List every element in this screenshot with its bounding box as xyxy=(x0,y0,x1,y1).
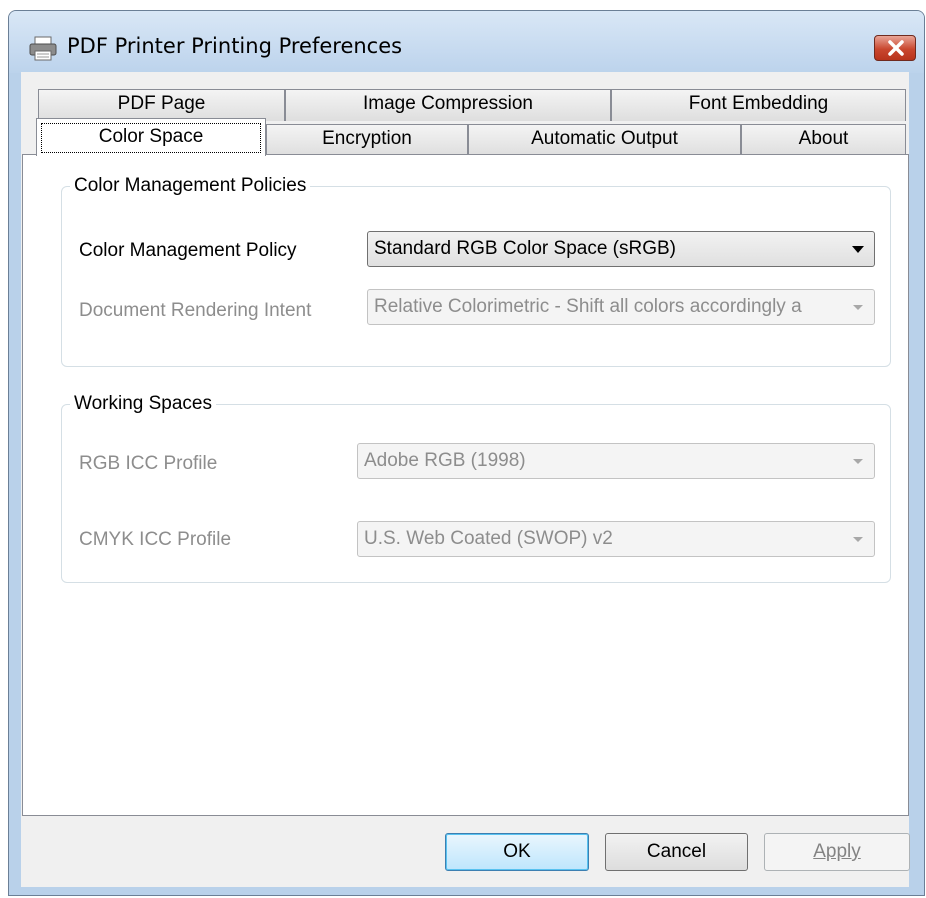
cancel-button[interactable]: Cancel xyxy=(605,833,748,871)
chevron-down-icon xyxy=(853,537,863,542)
button-label: Apply xyxy=(813,841,861,862)
rgb-icc-profile-label: RGB ICC Profile xyxy=(79,453,218,474)
tab-label: About xyxy=(798,128,849,149)
tab-pdf-page[interactable]: PDF Page xyxy=(38,89,285,121)
tab-label: PDF Page xyxy=(117,93,206,114)
color-management-legend: Color Management Policies xyxy=(74,175,307,196)
focus-rectangle: Color Space xyxy=(41,123,261,153)
working-spaces-legend: Working Spaces xyxy=(74,393,212,414)
tab-label: Color Space xyxy=(98,126,204,147)
dropdown-value: Standard RGB Color Space (sRGB) xyxy=(374,238,677,259)
tab-font-embedding[interactable]: Font Embedding xyxy=(611,89,906,121)
button-label: OK xyxy=(503,841,531,862)
tab-label: Image Compression xyxy=(362,93,534,114)
dropdown-value: Relative Colorimetric - Shift all colors… xyxy=(374,296,802,317)
ok-button[interactable]: OK xyxy=(445,833,589,871)
tab-encryption[interactable]: Encryption xyxy=(266,124,468,156)
chevron-down-icon xyxy=(853,459,863,464)
printer-icon xyxy=(27,35,61,63)
apply-button[interactable]: Apply xyxy=(764,833,910,871)
tab-color-space[interactable]: Color Space xyxy=(36,118,266,156)
tab-automatic-output[interactable]: Automatic Output xyxy=(468,124,741,156)
color-management-policy-label: Color Management Policy xyxy=(79,240,297,261)
cmyk-icc-profile-dropdown[interactable]: U.S. Web Coated (SWOP) v2 xyxy=(357,521,875,557)
tab-label: Encryption xyxy=(322,128,412,149)
close-button[interactable] xyxy=(874,35,916,61)
tab-image-compression[interactable]: Image Compression xyxy=(285,89,611,121)
dropdown-value: Adobe RGB (1998) xyxy=(364,450,526,471)
chevron-down-icon xyxy=(852,246,864,253)
window-title: PDF Printer Printing Preferences xyxy=(67,34,403,58)
dropdown-value: U.S. Web Coated (SWOP) v2 xyxy=(364,528,613,549)
tab-panel-color-space: Color Management Policies Color Manageme… xyxy=(22,154,909,816)
color-management-policy-dropdown[interactable]: Standard RGB Color Space (sRGB) xyxy=(367,231,875,267)
chevron-down-icon xyxy=(853,305,863,310)
button-label: Cancel xyxy=(646,841,707,862)
title-bar: PDF Printer Printing Preferences xyxy=(9,11,924,73)
color-management-group: Color Management Policies xyxy=(61,175,891,367)
rendering-intent-dropdown[interactable]: Relative Colorimetric - Shift all colors… xyxy=(367,289,875,325)
close-icon xyxy=(888,40,904,56)
tab-label: Automatic Output xyxy=(531,128,678,149)
rgb-icc-profile-dropdown[interactable]: Adobe RGB (1998) xyxy=(357,443,875,479)
rendering-intent-label: Document Rendering Intent xyxy=(79,300,312,321)
tab-about[interactable]: About xyxy=(741,124,906,156)
cmyk-icc-profile-label: CMYK ICC Profile xyxy=(79,529,232,550)
tab-label: Font Embedding xyxy=(688,93,829,114)
